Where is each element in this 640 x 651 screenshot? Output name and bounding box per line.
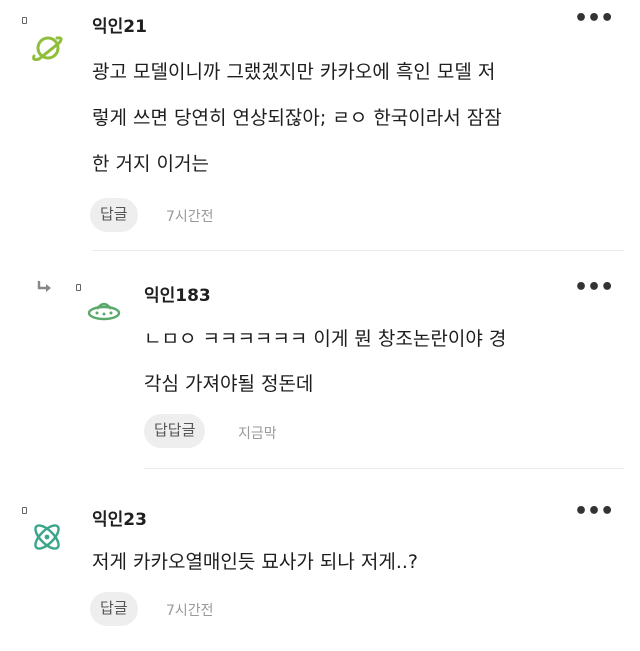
comment-timestamp: 지금막 — [238, 426, 277, 442]
reply-comment-item: 익인183 ••• ㄴㅁㅇ ㅋㅋㅋㅋㅋㅋ 이게 뭔 창조논란이야 경 각심 가져… — [0, 251, 640, 468]
comment-text-line: ㄴㅁㅇ ㅋㅋㅋㅋㅋㅋ 이게 뭔 창조논란이야 경 — [144, 328, 507, 350]
more-options-icon[interactable]: ••• — [574, 8, 614, 30]
planet-icon — [32, 36, 63, 62]
comment-text-line: 한 거지 이거는 — [92, 153, 209, 175]
comment-text-line: 각심 가져야될 정돈데 — [144, 373, 314, 395]
more-options-icon[interactable]: ••• — [574, 277, 614, 299]
reply-arrow-icon — [37, 281, 51, 292]
comment-text-line: 광고 모델이니까 그랬겠지만 카카오에 흑인 모델 저 — [92, 61, 496, 83]
comment-text-line: 저게 카카오열매인듯 묘사가 되나 저게..? — [92, 551, 419, 573]
reply-button[interactable]: 답답글 — [144, 414, 206, 448]
reply-button[interactable]: 답글 — [90, 198, 138, 232]
ufo-icon — [87, 302, 121, 321]
small-square-icon — [22, 507, 27, 514]
comment-nickname[interactable]: 익인21 — [92, 12, 147, 37]
comment-nickname[interactable]: 익인183 — [144, 281, 211, 306]
small-square-icon — [76, 284, 81, 291]
small-square-icon — [22, 17, 27, 24]
comment-item: 익인21 ••• 광고 모델이니까 그랬겠지만 카카오에 흑인 모델 저 렇게 … — [0, 0, 640, 250]
comment-timestamp: 7시간전 — [166, 603, 214, 619]
comment-nickname[interactable]: 익인23 — [92, 505, 147, 530]
atom-icon — [34, 524, 60, 550]
reply-button[interactable]: 답글 — [90, 592, 138, 626]
comment-item: 익인23 ••• 저게 카카오열매인듯 묘사가 되나 저게..? 답글 7시간전 — [0, 469, 640, 651]
comment-timestamp: 7시간전 — [166, 209, 214, 225]
more-options-icon[interactable]: ••• — [574, 501, 614, 523]
comment-text-line: 렇게 쓰면 당연히 연상되잖아; ㄹㅇ 한국이라서 잠잠 — [92, 107, 502, 129]
